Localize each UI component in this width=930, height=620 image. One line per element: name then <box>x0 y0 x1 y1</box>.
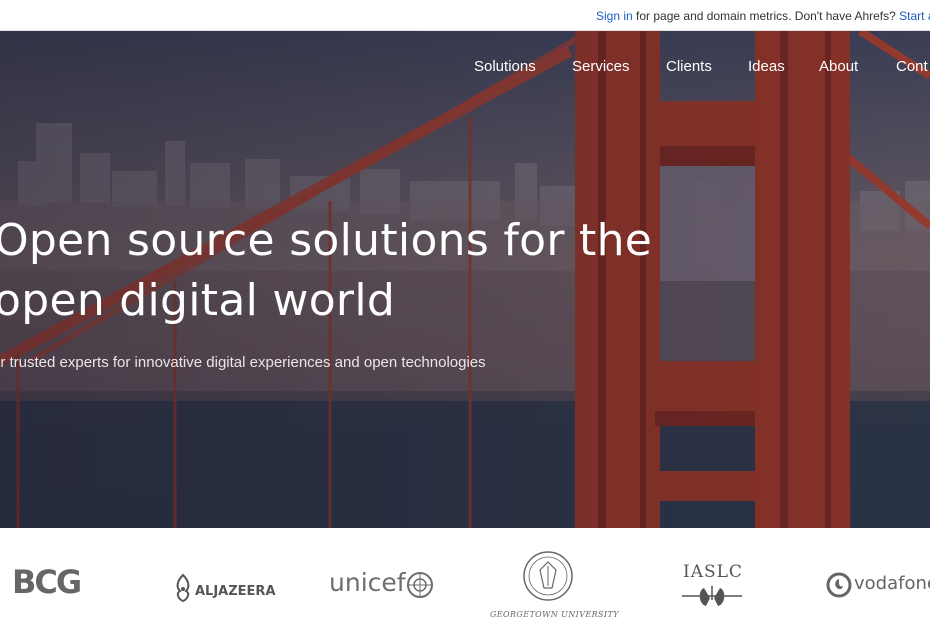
unicef-wordmark: unicef <box>329 568 406 597</box>
hero-heading-line-1: Open source solutions for the <box>0 215 653 266</box>
georgetown-wordmark: GEORGETOWN UNIVERSITY <box>490 610 619 619</box>
georgetown-logo[interactable]: GEORGETOWN UNIVERSITY <box>490 548 619 620</box>
main-navigation: Solutions Services Clients Ideas About C… <box>0 58 930 82</box>
iaslc-logo[interactable]: IASLC <box>680 562 744 610</box>
nav-contact[interactable]: Cont <box>896 58 928 75</box>
nav-solutions[interactable]: Solutions <box>474 58 536 75</box>
bcg-logo[interactable]: BCG <box>12 566 82 598</box>
hero-subtitle: ur trusted experts for innovative digita… <box>0 354 486 371</box>
nav-ideas[interactable]: Ideas <box>748 58 785 75</box>
nav-services[interactable]: Services <box>572 58 630 75</box>
iaslc-lungs-icon <box>682 586 742 606</box>
aljazeera-wordmark: ALJAZEERA <box>195 584 276 599</box>
vodafone-speechmark-icon <box>826 572 852 598</box>
vodafone-wordmark: vodafone <box>854 573 930 594</box>
ahrefs-message: Sign in for page and domain metrics. Don… <box>596 9 930 23</box>
start-trial-link[interactable]: Start a tria <box>899 9 930 23</box>
ahrefs-extension-bar: Sign in for page and domain metrics. Don… <box>0 0 930 31</box>
client-logos-strip: BCG ALJAZEERA unicef GEORGETOWN UNIVERSI… <box>0 528 930 620</box>
hero-heading: Open source solutions for the open digit… <box>0 211 694 331</box>
nav-about[interactable]: About <box>819 58 858 75</box>
nav-clients[interactable]: Clients <box>666 58 712 75</box>
unicef-emblem-icon <box>407 572 433 598</box>
hero-heading-line-2: open digital world <box>0 275 396 326</box>
unicef-logo[interactable]: unicef <box>329 568 433 598</box>
iaslc-wordmark: IASLC <box>683 562 743 582</box>
georgetown-seal-icon <box>523 551 573 601</box>
aljazeera-emblem-icon <box>176 573 190 603</box>
sign-in-link[interactable]: Sign in <box>596 9 633 23</box>
ahrefs-message-text: for page and domain metrics. Don't have … <box>632 9 900 23</box>
hero-section: Solutions Services Clients Ideas About C… <box>0 31 930 528</box>
